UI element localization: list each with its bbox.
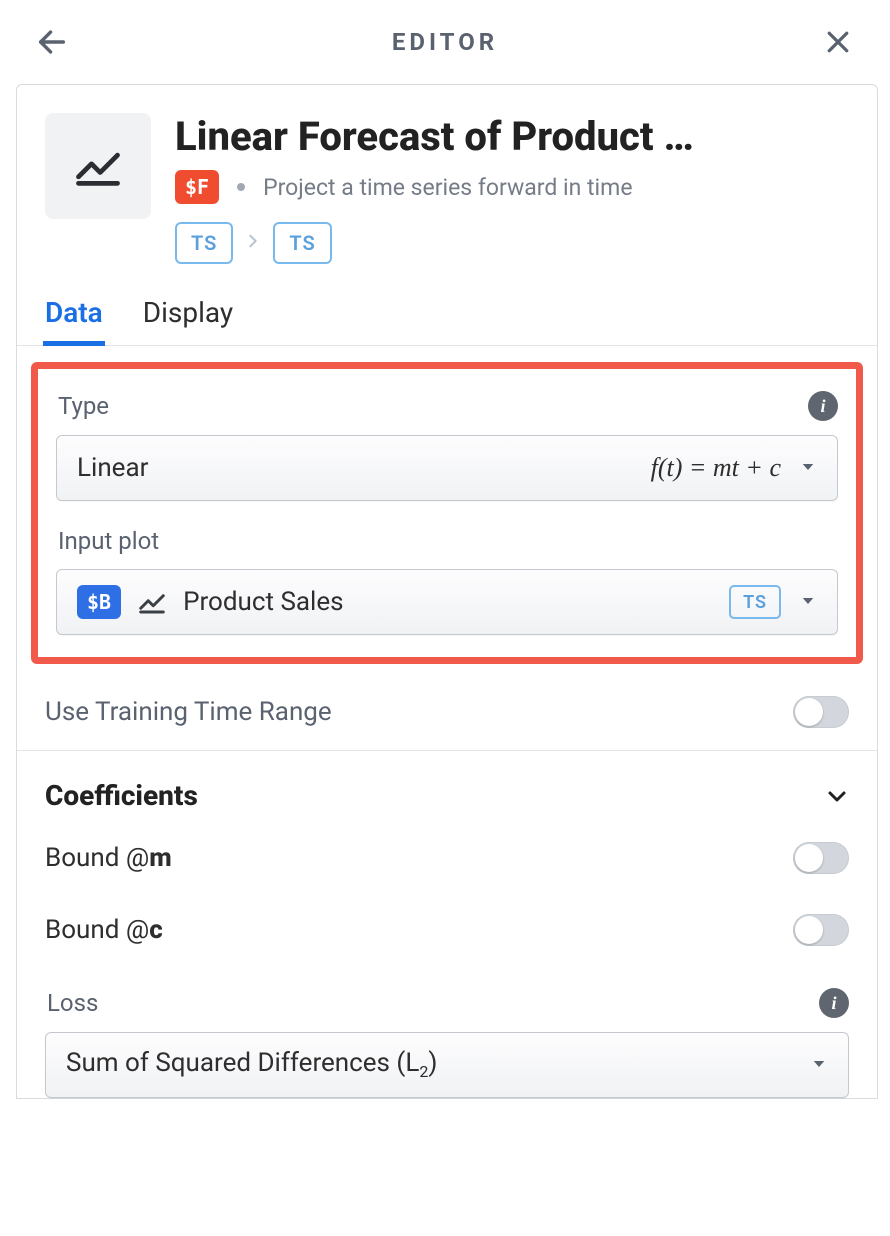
- bound-c-label: Bound @c: [45, 915, 163, 945]
- widget-title: Linear Forecast of Product …: [175, 113, 849, 160]
- close-button[interactable]: [816, 20, 860, 64]
- loss-label: Loss: [47, 989, 98, 1017]
- coefficients-collapse[interactable]: [825, 784, 849, 808]
- editor-panel: Linear Forecast of Product … $F Project …: [16, 84, 878, 1099]
- tab-display[interactable]: Display: [143, 296, 233, 345]
- chevron-down-icon: [799, 454, 817, 482]
- type-info-icon[interactable]: i: [808, 391, 838, 421]
- type-select[interactable]: Linear f(t) = mt + c: [56, 435, 838, 501]
- chevron-right-icon: [245, 229, 261, 257]
- type-select-value: Linear: [77, 453, 148, 483]
- type-formula: f(t) = mt + c: [651, 453, 781, 483]
- output-type-chip[interactable]: TS: [273, 222, 331, 264]
- topbar-title: EDITOR: [74, 28, 816, 56]
- chevron-down-icon: [799, 588, 817, 616]
- loss-select-value: Sum of Squared Differences (L2): [66, 1048, 437, 1081]
- training-range-toggle[interactable]: [793, 696, 849, 728]
- loss-select[interactable]: Sum of Squared Differences (L2): [45, 1032, 849, 1098]
- back-button[interactable]: [30, 20, 74, 64]
- input-plot-value: Product Sales: [183, 587, 343, 617]
- coefficients-header: Coefficients: [45, 779, 198, 812]
- input-plot-select[interactable]: $B Product Sales TS: [56, 569, 838, 635]
- line-chart-icon: [137, 587, 167, 617]
- bound-m-toggle[interactable]: [793, 842, 849, 874]
- bound-m-label: Bound @m: [45, 843, 172, 873]
- highlighted-settings: Type i Linear f(t) = mt + c Input plot $…: [31, 362, 863, 664]
- widget-type-icon: [45, 113, 151, 219]
- input-type-chip[interactable]: TS: [175, 222, 233, 264]
- widget-subtitle: Project a time series forward in time: [263, 174, 632, 201]
- input-plot-variable-badge: $B: [77, 585, 121, 619]
- variable-badge: $F: [175, 170, 219, 204]
- tab-data[interactable]: Data: [45, 296, 103, 345]
- type-label: Type: [58, 392, 109, 420]
- separator-dot: [237, 183, 245, 191]
- input-plot-label: Input plot: [58, 527, 159, 555]
- bound-c-toggle[interactable]: [793, 914, 849, 946]
- chevron-down-icon: [810, 1051, 828, 1079]
- input-plot-type-chip: TS: [729, 585, 781, 619]
- training-range-label: Use Training Time Range: [45, 697, 332, 727]
- loss-info-icon[interactable]: i: [819, 988, 849, 1018]
- tabs: Data Display: [17, 274, 877, 346]
